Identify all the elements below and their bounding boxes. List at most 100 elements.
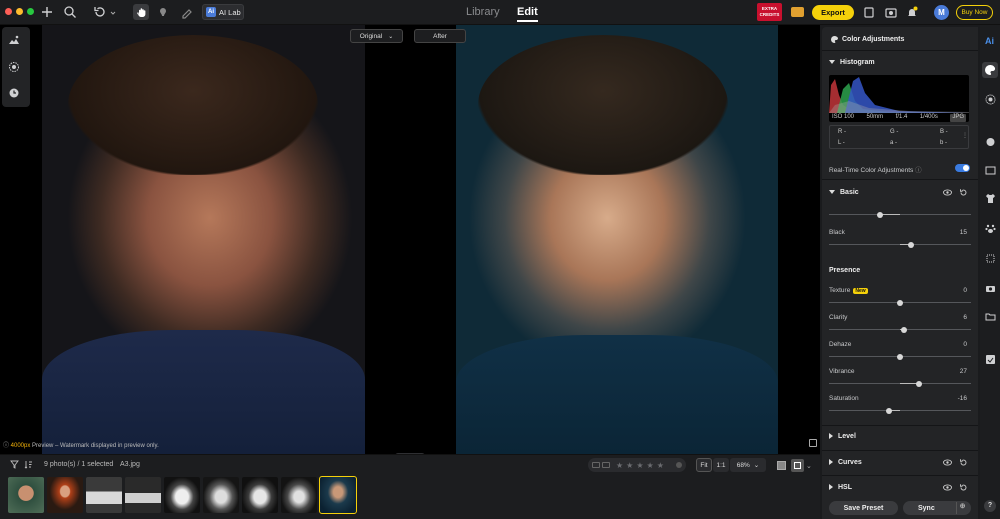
chevron-down-icon[interactable] <box>110 10 116 16</box>
chevron-right-icon <box>829 433 833 440</box>
chevron-down-icon[interactable]: ⌄ <box>806 462 812 470</box>
basic-header[interactable]: Basic <box>829 189 859 196</box>
presence-header: Presence <box>829 267 861 274</box>
star-icon[interactable]: ★ <box>616 461 623 470</box>
pet-module-icon[interactable] <box>985 223 996 234</box>
ai-icon[interactable]: Ai <box>985 36 996 47</box>
black-value: 15 <box>959 229 967 236</box>
star-icon[interactable]: ★ <box>647 461 654 470</box>
clarity-slider-handle[interactable] <box>901 326 908 333</box>
star-icon[interactable]: ★ <box>626 461 633 470</box>
ai-enhance-icon[interactable] <box>8 34 20 46</box>
tab-library[interactable]: Library <box>466 6 500 18</box>
one-to-one-button[interactable]: 1:1 <box>713 458 729 472</box>
star-icon[interactable]: ★ <box>636 461 643 470</box>
histogram-header[interactable]: Histogram <box>829 59 875 66</box>
thumbnail-dog-bw-4[interactable] <box>281 477 317 513</box>
reset-icon[interactable] <box>959 458 968 467</box>
compare-view-icon[interactable] <box>791 459 804 472</box>
white-slider-track[interactable] <box>829 214 971 215</box>
divider <box>822 425 978 426</box>
extra-credits-badge[interactable]: EXTRA CREDITS <box>757 3 782 21</box>
realtime-toggle[interactable] <box>955 164 970 172</box>
saturation-slider-handle[interactable] <box>885 407 892 414</box>
export-module-icon[interactable] <box>985 354 996 365</box>
white-slider-handle[interactable] <box>877 211 884 218</box>
clothing-module-icon[interactable] <box>985 193 996 204</box>
color-module-icon[interactable] <box>982 62 998 78</box>
camera-module-icon[interactable] <box>985 283 996 294</box>
black-slider-handle[interactable] <box>907 241 914 248</box>
presets-icon[interactable] <box>8 61 20 73</box>
saturation-slider-track[interactable] <box>829 410 971 411</box>
more-icon[interactable]: ⋮ <box>962 132 968 139</box>
fit-button[interactable]: Fit <box>696 458 712 472</box>
sync-settings-icon[interactable]: ⊕ <box>956 502 968 514</box>
window-zoom-button[interactable] <box>27 8 34 15</box>
thumbnail-dogs-sleeping[interactable] <box>86 477 122 513</box>
reset-icon[interactable] <box>959 188 968 197</box>
retouch-icon[interactable] <box>156 5 170 19</box>
window-minimize-button[interactable] <box>16 8 23 15</box>
help-icon[interactable]: ? <box>984 500 996 512</box>
dehaze-label: Dehaze <box>829 341 852 348</box>
level-header[interactable]: Level <box>829 433 856 440</box>
divider <box>822 50 978 51</box>
curves-header[interactable]: Curves <box>829 459 862 466</box>
eye-icon[interactable] <box>943 483 952 492</box>
single-view-icon[interactable] <box>777 461 786 470</box>
thumbnail-dogs-sleeping-2[interactable] <box>125 477 161 513</box>
window-close-button[interactable] <box>5 8 12 15</box>
filter-icon[interactable] <box>10 460 19 469</box>
dehaze-slider-handle[interactable] <box>897 353 903 360</box>
reset-icon[interactable] <box>959 483 968 492</box>
batch-icon[interactable] <box>884 5 898 19</box>
star-icon[interactable]: ★ <box>657 461 664 470</box>
flag-icon[interactable] <box>592 462 600 468</box>
bell-icon[interactable] <box>905 5 919 19</box>
gift-icon[interactable] <box>791 7 804 17</box>
realtime-label: Real-Time Color Adjustments ⓘ <box>829 167 922 174</box>
reject-icon[interactable] <box>602 462 610 468</box>
share-icon[interactable] <box>862 5 876 19</box>
tab-edit[interactable]: Edit <box>517 6 538 22</box>
avatar[interactable]: M <box>934 5 949 20</box>
thumbnail-redhair-portrait[interactable] <box>47 477 83 513</box>
eye-icon[interactable] <box>943 188 952 197</box>
landscape-module-icon[interactable] <box>985 165 996 176</box>
thumbnail-dog-bw-3[interactable] <box>242 477 278 513</box>
new-badge: New <box>853 288 868 294</box>
crop-module-icon[interactable] <box>985 253 996 264</box>
original-compare-dropdown[interactable]: Original ⌄ <box>350 29 403 43</box>
ai-lab-button[interactable]: Ai AI Lab <box>202 4 244 20</box>
sort-icon[interactable] <box>24 460 33 469</box>
history-icon[interactable] <box>8 87 20 99</box>
zoom-select[interactable]: 68% ⌄ <box>730 458 766 472</box>
thumbnail-boy-portrait[interactable] <box>8 477 44 513</box>
brush-icon[interactable] <box>180 5 194 19</box>
info-icon: ⓘ <box>915 167 922 174</box>
hsl-header[interactable]: HSL <box>829 484 852 491</box>
buy-now-button[interactable]: Buy Now <box>956 5 993 20</box>
split-view-icon[interactable] <box>809 439 817 447</box>
thumbnail-dog-bw[interactable] <box>164 477 200 513</box>
light-module-icon[interactable] <box>985 94 996 105</box>
eye-icon[interactable] <box>943 458 952 467</box>
sync-button[interactable]: Sync ⊕ <box>903 501 971 515</box>
saturation-label: Saturation <box>829 395 859 402</box>
vibrance-value: 27 <box>959 368 967 375</box>
save-preset-button[interactable]: Save Preset <box>829 501 898 515</box>
undo-icon[interactable] <box>93 5 107 19</box>
texture-slider-handle[interactable] <box>897 299 903 306</box>
portrait-module-icon[interactable] <box>985 137 996 148</box>
thumbnail-dog-bw-2[interactable] <box>203 477 239 513</box>
thumbnail-boy-dark-selected[interactable] <box>319 476 357 514</box>
add-icon[interactable] <box>40 5 54 19</box>
vibrance-slider-handle[interactable] <box>916 380 923 387</box>
folder-module-icon[interactable] <box>985 311 996 322</box>
export-button[interactable]: Export <box>812 5 854 20</box>
hand-tool-button[interactable] <box>133 4 149 20</box>
clarity-value: 6 <box>963 314 967 321</box>
search-icon[interactable] <box>63 5 77 19</box>
color-label-icon[interactable] <box>676 462 682 468</box>
